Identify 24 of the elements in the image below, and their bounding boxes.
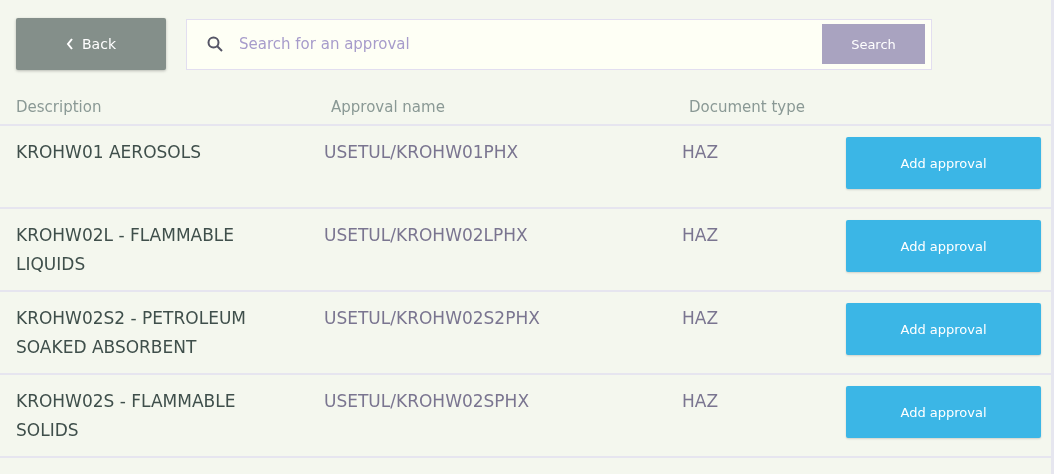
table-cell-text: USETUL/KROHW02S2PHX: [324, 307, 541, 330]
table-cell-text: HAZ: [682, 307, 720, 330]
back-button[interactable]: Back: [16, 18, 166, 70]
table-cell-text: HAZ: [682, 390, 720, 413]
table-cell-text: USETUL/KROHW02LPHX: [324, 224, 529, 247]
table-cell-text: KROHW02L - FLAMMABLE LIQUIDS: [16, 224, 236, 276]
add-approval-button[interactable]: Add approval: [846, 137, 1041, 189]
chevron-left-icon: [66, 38, 74, 50]
column-header: Document type: [689, 98, 806, 116]
add-approval-button[interactable]: Add approval: [846, 303, 1041, 355]
table-cell-text: KROHW02S2 - PETROLEUM SOAKED ABSORBENT: [16, 307, 247, 359]
add-approval-button[interactable]: Add approval: [846, 386, 1041, 438]
table-cell-text: HAZ: [682, 141, 720, 164]
search-button[interactable]: Search: [822, 24, 925, 64]
column-header: Description: [16, 98, 103, 116]
add-approval-button[interactable]: Add approval: [846, 220, 1041, 272]
column-header: Approval name: [331, 98, 446, 116]
table-cell-text: KROHW01 AEROSOLS: [16, 141, 202, 164]
table-cell-text: USETUL/KROHW02SPHX: [324, 390, 531, 413]
table-cell-text: KROHW02S - FLAMMABLE SOLIDS: [16, 390, 237, 442]
table-cell-text: USETUL/KROHW01PHX: [324, 141, 520, 164]
search-icon: [207, 36, 223, 52]
table-cell-text: HAZ: [682, 224, 720, 247]
search-field[interactable]: Search for an approval Search: [186, 18, 932, 70]
